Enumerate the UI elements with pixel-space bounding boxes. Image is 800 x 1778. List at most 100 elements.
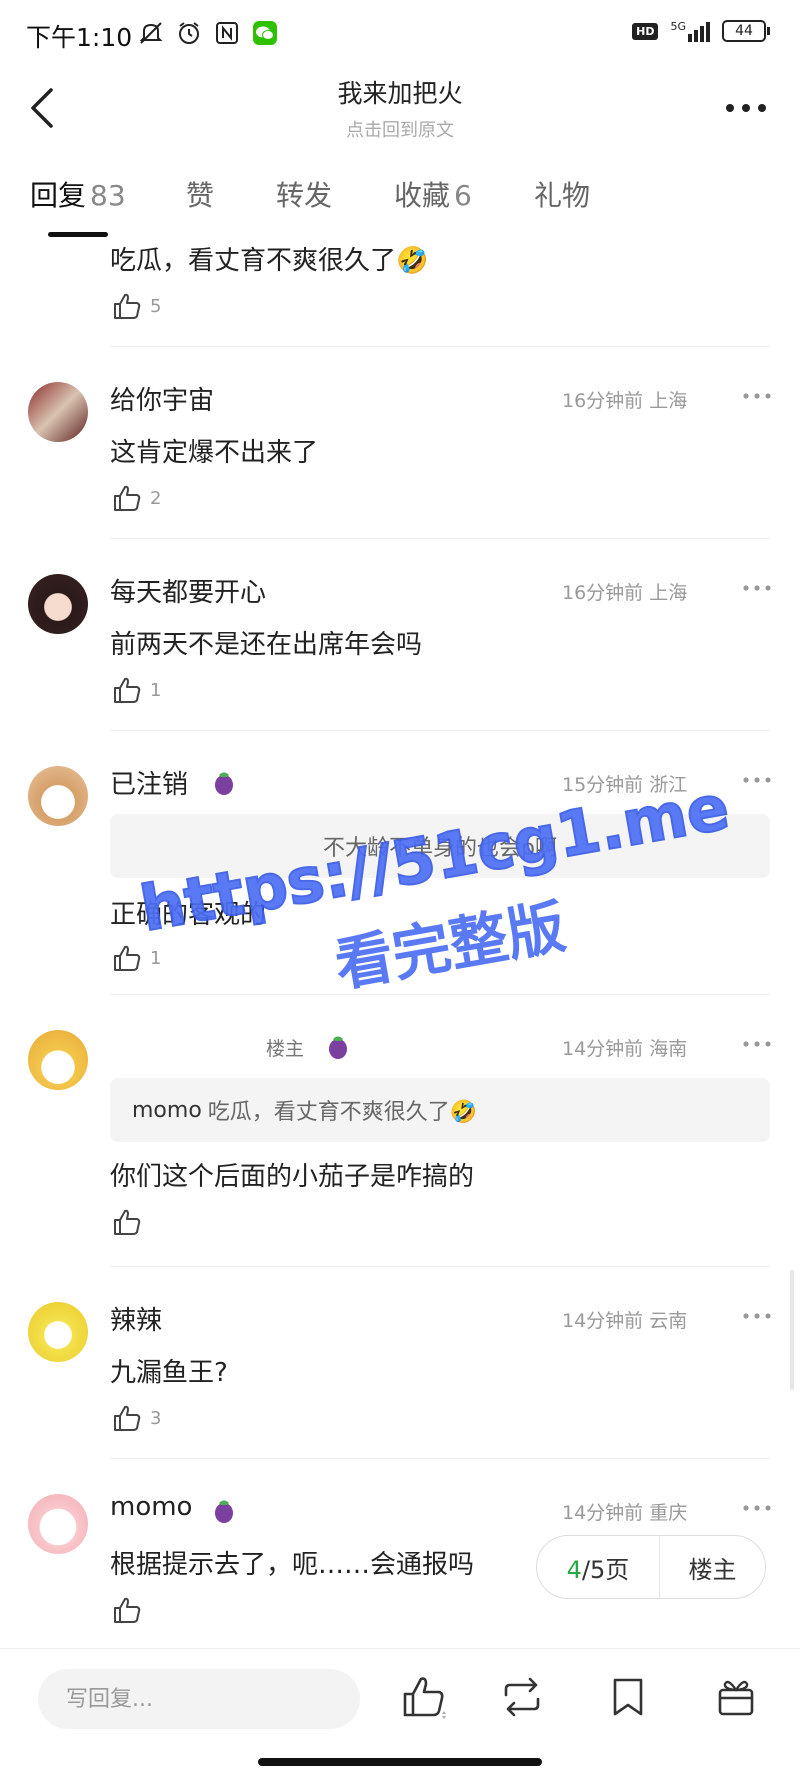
tab-count: 83 bbox=[90, 179, 126, 212]
comment-location: 上海 bbox=[649, 582, 688, 604]
comment-item: 吃瓜，看丈育不爽很久了🤣 5 bbox=[0, 236, 800, 346]
comment-content: 正确的客观的 bbox=[110, 900, 267, 930]
back-button[interactable] bbox=[22, 80, 62, 136]
quoted-reply[interactable]: 不大龄不单身的也会p啊 bbox=[110, 814, 770, 878]
comment-more-button[interactable] bbox=[740, 1498, 774, 1518]
ellipsis-icon bbox=[743, 777, 771, 783]
back-to-original-link[interactable]: 点击回到原文 bbox=[200, 116, 600, 142]
avatar[interactable] bbox=[28, 766, 88, 826]
username[interactable]: 每天都要开心 bbox=[110, 572, 266, 609]
home-indicator[interactable] bbox=[258, 1758, 542, 1766]
avatar[interactable] bbox=[28, 382, 88, 442]
tab-gifts[interactable]: 礼物 bbox=[534, 174, 590, 214]
like-count: 1 bbox=[150, 947, 162, 969]
comment-item: 辣辣 14分钟前 云南 九漏鱼王? 3 bbox=[0, 1266, 800, 1458]
comment-more-button[interactable] bbox=[740, 386, 774, 406]
username[interactable]: 已注销 bbox=[110, 764, 188, 801]
comment-location: 上海 bbox=[649, 390, 688, 412]
quote-text: 不大龄不单身的也会p啊 bbox=[323, 836, 557, 861]
comment-meta: 14分钟前 云南 bbox=[562, 1306, 687, 1333]
comment-more-button[interactable] bbox=[740, 770, 774, 790]
tab-reposts[interactable]: 转发 bbox=[276, 174, 332, 214]
username[interactable]: momo bbox=[110, 1492, 192, 1522]
like-button[interactable] bbox=[112, 1596, 142, 1624]
comment-item: 楼主 14分钟前 海南 momo 吃瓜，看丈育不爽很久了🤣 你们这个后面的小茄子是… bbox=[0, 994, 800, 1266]
bookmark-button[interactable] bbox=[604, 1673, 652, 1721]
scrollbar[interactable] bbox=[790, 1270, 794, 1390]
thumbs-up-icon bbox=[114, 485, 141, 511]
username[interactable]: 给你宇宙 bbox=[110, 380, 214, 417]
comment-more-button[interactable] bbox=[740, 1306, 774, 1326]
thumbs-up-icon bbox=[114, 677, 141, 703]
like-count: 2 bbox=[150, 487, 162, 509]
comment-meta: 14分钟前 重庆 bbox=[562, 1498, 687, 1525]
eggplant-badge-icon bbox=[215, 1500, 233, 1523]
tab-label: 回复 bbox=[30, 179, 87, 212]
tab-favorites[interactable]: 收藏 6 bbox=[394, 174, 472, 214]
quoted-reply[interactable]: momo 吃瓜，看丈育不爽很久了🤣 bbox=[110, 1078, 770, 1142]
like-count: 1 bbox=[150, 679, 162, 701]
thumbs-up-icon bbox=[114, 1209, 141, 1235]
comment-content: 九漏鱼王? bbox=[110, 1358, 228, 1388]
thumbs-up-icon bbox=[403, 1677, 446, 1719]
like-button[interactable]: 1 bbox=[112, 676, 161, 704]
comment-more-button[interactable] bbox=[740, 1034, 774, 1054]
ellipsis-icon bbox=[743, 585, 771, 591]
reply-input[interactable] bbox=[38, 1669, 360, 1729]
quote-author: momo bbox=[132, 1097, 202, 1123]
owner-tag: 楼主 bbox=[266, 1038, 305, 1060]
avatar[interactable] bbox=[28, 574, 88, 634]
ellipsis-icon bbox=[743, 1313, 771, 1319]
more-options-button[interactable] bbox=[722, 90, 770, 126]
signal-label: 5G bbox=[670, 20, 686, 33]
like-button[interactable]: 5 bbox=[112, 292, 161, 320]
comment-content: 吃瓜，看丈育不爽很久了🤣 bbox=[110, 246, 429, 276]
thumbs-up-icon bbox=[114, 945, 141, 971]
like-count: 3 bbox=[150, 1407, 162, 1429]
thumbs-up-icon bbox=[114, 1405, 141, 1431]
title-area[interactable]: 我来加把火 点击回到原文 bbox=[200, 74, 600, 142]
like-button[interactable]: 1 bbox=[112, 944, 161, 972]
comment-location: 重庆 bbox=[649, 1502, 688, 1524]
gift-button[interactable] bbox=[712, 1673, 760, 1721]
header: 我来加把火 点击回到原文 bbox=[0, 68, 800, 148]
like-post-button[interactable] bbox=[400, 1673, 448, 1721]
repost-icon bbox=[504, 1677, 540, 1717]
page-selector[interactable]: 4/5页 bbox=[537, 1550, 659, 1585]
current-page: 4 bbox=[566, 1555, 582, 1584]
tab-replies[interactable]: 回复 83 bbox=[30, 174, 126, 214]
avatar[interactable] bbox=[28, 1302, 88, 1362]
comment-more-button[interactable] bbox=[740, 578, 774, 598]
comment-meta: 14分钟前 海南 bbox=[562, 1034, 687, 1061]
tab-label: 转发 bbox=[276, 179, 333, 212]
hd-icon: HD bbox=[632, 22, 659, 40]
comment-location: 海南 bbox=[649, 1038, 688, 1060]
tab-likes[interactable]: 赞 bbox=[186, 174, 214, 214]
comment-content: 根据提示去了，呃……会通报吗 bbox=[110, 1550, 475, 1580]
owner-only-button[interactable]: 楼主 bbox=[660, 1550, 765, 1585]
comment-time: 14分钟前 bbox=[562, 1038, 644, 1060]
repost-button[interactable] bbox=[498, 1673, 546, 1721]
battery-icon: 44 bbox=[722, 20, 770, 42]
username[interactable]: 辣辣 bbox=[110, 1300, 162, 1337]
comment-time: 14分钟前 bbox=[562, 1310, 644, 1332]
comment-meta: 16分钟前 上海 bbox=[562, 578, 687, 605]
like-button[interactable]: 3 bbox=[112, 1404, 161, 1432]
avatar[interactable] bbox=[28, 1030, 88, 1090]
comment-list[interactable]: 吃瓜，看丈育不爽很久了🤣 5 给你宇宙 16分钟前 上海 这肯定爆不出来了 2 每… bbox=[0, 236, 800, 1643]
back-arrow-icon bbox=[31, 88, 53, 128]
status-bar: 下午1:10 HD 5G 44 bbox=[0, 0, 800, 68]
like-button[interactable] bbox=[112, 1208, 142, 1236]
avatar[interactable] bbox=[28, 1494, 88, 1554]
nfc-icon bbox=[214, 20, 240, 46]
like-button[interactable]: 2 bbox=[112, 484, 161, 512]
alarm-icon bbox=[176, 20, 202, 46]
tab-label: 礼物 bbox=[534, 179, 591, 212]
comment-item: 已注销 15分钟前 浙江 不大龄不单身的也会p啊 正确的客观的 1 bbox=[0, 730, 800, 994]
comment-time: 15分钟前 bbox=[562, 774, 644, 796]
gift-icon bbox=[718, 1680, 754, 1716]
page-title: 我来加把火 bbox=[337, 79, 463, 108]
bottom-action-bar bbox=[0, 1648, 800, 1746]
page-total: /5页 bbox=[581, 1555, 630, 1584]
tab-bar: 回复 83 赞 转发 收藏 6 礼物 bbox=[0, 170, 800, 240]
